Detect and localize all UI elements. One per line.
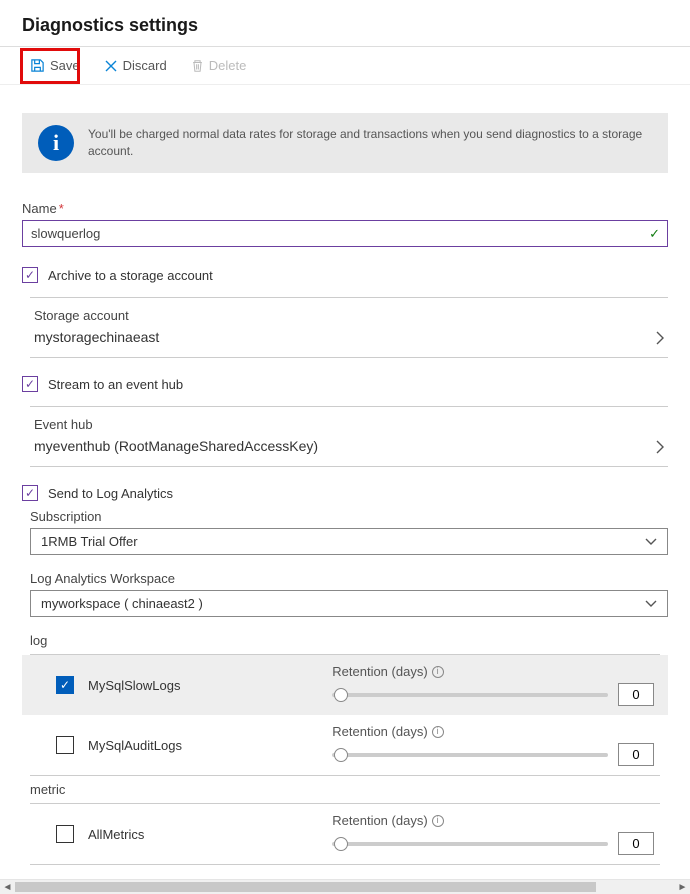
eventhub-checkbox-row[interactable]: Stream to an event hub: [22, 376, 668, 392]
metric-section-label: metric: [30, 782, 668, 797]
toolbar: Save Discard Delete: [0, 46, 690, 85]
chevron-right-icon: [656, 331, 664, 345]
info-icon: i: [38, 125, 74, 161]
retention-slider[interactable]: [332, 693, 608, 697]
storage-account-picker[interactable]: Storage account mystoragechinaeast: [30, 297, 668, 358]
name-label: Name*: [22, 201, 668, 216]
retention-input[interactable]: [618, 683, 654, 706]
info-icon[interactable]: i: [432, 726, 444, 738]
loganalytics-checkbox-row[interactable]: Send to Log Analytics: [22, 485, 668, 501]
storage-value: mystoragechinaeast: [34, 329, 656, 345]
delete-label: Delete: [209, 58, 247, 73]
scroll-left-icon[interactable]: ◄: [0, 882, 15, 893]
retention-slider[interactable]: [332, 842, 608, 846]
horizontal-scrollbar[interactable]: ◄ ►: [0, 879, 690, 894]
log-checkbox[interactable]: [56, 676, 74, 694]
close-icon: [104, 59, 118, 73]
subscription-label: Subscription: [30, 509, 668, 524]
checkbox-icon: [22, 267, 38, 283]
archive-label: Archive to a storage account: [48, 268, 213, 283]
log-name: MySqlAuditLogs: [88, 738, 182, 753]
check-icon: ✓: [649, 226, 660, 242]
eventhub-picker[interactable]: Event hub myeventhub (RootManageSharedAc…: [30, 406, 668, 467]
metric-name: AllMetrics: [88, 827, 144, 842]
info-icon[interactable]: i: [432, 666, 444, 678]
subscription-select[interactable]: 1RMB Trial Offer: [30, 528, 668, 555]
eventhub-value: myeventhub (RootManageSharedAccessKey): [34, 438, 656, 454]
page-title: Diagnostics settings: [0, 0, 690, 46]
chevron-down-icon: [645, 600, 657, 608]
checkbox-icon: [22, 485, 38, 501]
retention-input[interactable]: [618, 832, 654, 855]
metric-row: AllMetrics Retention (days)i: [22, 804, 668, 864]
workspace-select[interactable]: myworkspace ( chinaeast2 ): [30, 590, 668, 617]
scroll-right-icon[interactable]: ►: [675, 882, 690, 893]
retention-slider[interactable]: [332, 753, 608, 757]
log-row-slow: MySqlSlowLogs Retention (days)i: [22, 655, 668, 715]
log-name: MySqlSlowLogs: [88, 678, 181, 693]
metric-checkbox[interactable]: [56, 825, 74, 843]
info-icon[interactable]: i: [432, 815, 444, 827]
info-text: You'll be charged normal data rates for …: [88, 126, 652, 161]
loganalytics-label: Send to Log Analytics: [48, 486, 173, 501]
checkbox-icon: [22, 376, 38, 392]
storage-label: Storage account: [34, 308, 656, 323]
subscription-value: 1RMB Trial Offer: [41, 534, 138, 549]
log-checkbox[interactable]: [56, 736, 74, 754]
workspace-label: Log Analytics Workspace: [30, 571, 668, 586]
delete-button[interactable]: Delete: [183, 53, 255, 78]
archive-checkbox-row[interactable]: Archive to a storage account: [22, 267, 668, 283]
discard-label: Discard: [123, 58, 167, 73]
workspace-value: myworkspace ( chinaeast2 ): [41, 596, 203, 611]
name-input[interactable]: [22, 220, 668, 247]
log-section-label: log: [30, 633, 668, 648]
discard-button[interactable]: Discard: [96, 53, 175, 78]
chevron-down-icon: [645, 538, 657, 546]
save-label: Save: [50, 58, 80, 73]
stream-label: Stream to an event hub: [48, 377, 183, 392]
save-button[interactable]: Save: [22, 53, 88, 78]
eventhub-label: Event hub: [34, 417, 656, 432]
trash-icon: [191, 59, 204, 73]
log-row-audit: MySqlAuditLogs Retention (days)i: [22, 715, 668, 775]
retention-input[interactable]: [618, 743, 654, 766]
save-icon: [30, 58, 45, 73]
chevron-right-icon: [656, 440, 664, 454]
info-banner: i You'll be charged normal data rates fo…: [22, 113, 668, 173]
